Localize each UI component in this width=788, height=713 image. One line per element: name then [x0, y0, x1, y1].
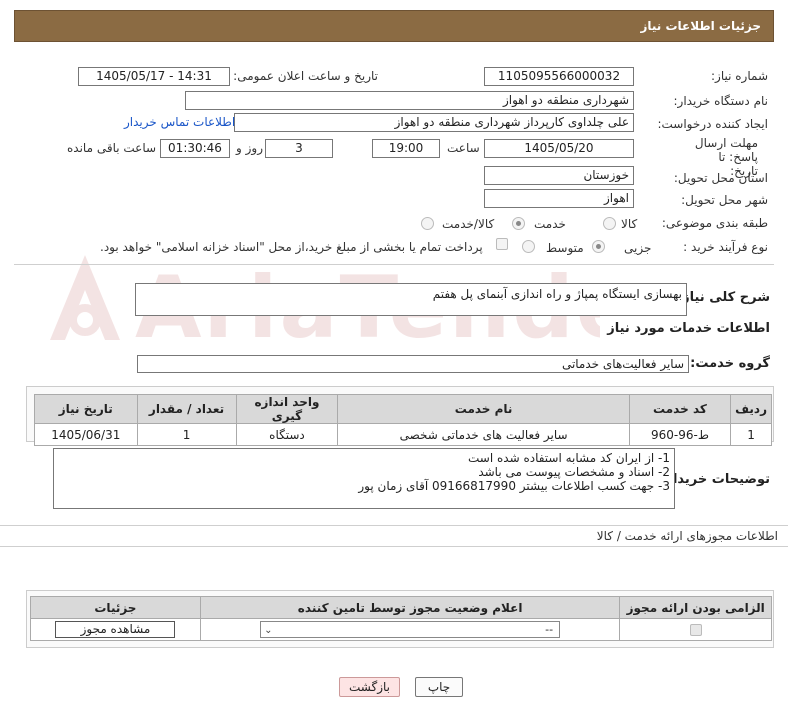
- province-label: استان محل تحویل:: [673, 171, 768, 185]
- creator-field: علی چلداوی کارپرداز شهرداری منطقه دو اهو…: [234, 113, 634, 132]
- remaining-time-label: ساعت باقی مانده: [67, 141, 157, 155]
- treasury-payment-checkbox[interactable]: [496, 238, 508, 250]
- process-option-minor-radio[interactable]: [592, 240, 605, 253]
- buyer-notes-label: توضیحات خریدار:: [660, 472, 770, 487]
- cell-service-code: ط-96-960: [628, 423, 732, 446]
- announce-datetime-field: 1405/05/17 - 14:31: [78, 67, 230, 86]
- need-number-field: 1105095566000032: [484, 67, 634, 86]
- buyer-note-line: 2- اسناد و مشخصات پیوست می باشد: [478, 465, 670, 479]
- permit-required-checkbox[interactable]: [689, 624, 702, 636]
- treasury-payment-note: پرداخت تمام یا بخشی از مبلغ خرید،از محل …: [100, 240, 483, 254]
- remaining-time-field: 01:30:46: [160, 139, 230, 158]
- section-divider: [14, 264, 774, 265]
- city-field: اهواز: [484, 189, 634, 208]
- process-option-medium-label: متوسط: [546, 241, 584, 255]
- permit-status-selected: --: [545, 623, 554, 636]
- table-row: -- ⌄ مشاهده مجوز: [30, 618, 772, 641]
- process-option-medium-radio[interactable]: [522, 240, 535, 253]
- category-label: طبقه بندی موضوعی:: [661, 216, 768, 230]
- province-field: خوزستان: [484, 166, 634, 185]
- col-quantity: تعداد / مقدار: [136, 394, 237, 424]
- cell-quantity: 1: [136, 423, 237, 446]
- category-option-service-radio[interactable]: [512, 217, 525, 230]
- col-need-date: تاریخ نیاز: [34, 394, 138, 424]
- services-table-header: ردیف کد خدمت نام خدمت واحد اندازه گیری ت…: [34, 394, 772, 424]
- col-unit: واحد اندازه گیری: [235, 394, 339, 424]
- permits-table-header: الزامی بودن ارائه مجوز اعلام وضعیت مجوز …: [30, 596, 772, 619]
- service-group-field: سایر فعالیت‌های خدماتی: [137, 355, 689, 373]
- buyer-notes-field: 1- از ایران کد مشابه استفاده شده است 2- …: [53, 448, 675, 509]
- cell-permit-details: مشاهده مجوز: [30, 618, 201, 641]
- summary-field: بهسازی ایستگاه پمپاژ و راه اندازی آبنمای…: [135, 283, 687, 316]
- category-option-goods-radio[interactable]: [603, 217, 616, 230]
- buyer-contact-link[interactable]: اطلاعات تماس خریدار: [124, 115, 235, 129]
- permits-table: الزامی بودن ارائه مجوز اعلام وضعیت مجوز …: [30, 596, 772, 641]
- deadline-time-field: 19:00: [372, 139, 440, 158]
- col-row: ردیف: [730, 394, 772, 424]
- buyer-org-label: نام دستگاه خریدار:: [673, 94, 769, 108]
- cell-service-name: سایر فعالیت های خدماتی شخصی: [337, 423, 630, 446]
- page-title: جزئیات اطلاعات نیاز: [640, 19, 761, 33]
- print-button[interactable]: چاپ: [415, 677, 463, 697]
- city-label: شهر محل تحویل:: [681, 193, 768, 207]
- permits-heading: اطلاعات مجوزهای ارائه خدمت / کالا: [596, 529, 778, 543]
- service-group-label: گروه خدمت:: [690, 356, 770, 371]
- category-option-both-radio[interactable]: [421, 217, 434, 230]
- section-divider: [0, 525, 788, 526]
- view-permit-button[interactable]: مشاهده مجوز: [55, 621, 176, 638]
- remaining-days-label: روز و: [236, 141, 263, 155]
- cell-need-date: 1405/06/31: [34, 423, 138, 446]
- buyer-note-line: 1- از ایران کد مشابه استفاده شده است: [468, 451, 670, 465]
- summary-label: شرح کلی نیاز:: [676, 290, 770, 305]
- services-heading: اطلاعات خدمات مورد نیاز: [607, 321, 770, 336]
- cell-row: 1: [730, 423, 772, 446]
- deadline-date-field: 1405/05/20: [484, 139, 634, 158]
- table-row: 1 ط-96-960 سایر فعالیت های خدماتی شخصی د…: [34, 423, 772, 446]
- chevron-down-icon: ⌄: [264, 625, 273, 636]
- category-option-goods-label: کالا: [621, 217, 638, 231]
- process-type-label: نوع فرآیند خرید :: [683, 240, 768, 254]
- col-service-name: نام خدمت: [337, 394, 630, 424]
- cell-permit-status: -- ⌄: [199, 618, 621, 641]
- back-button[interactable]: بازگشت: [339, 677, 400, 697]
- buyer-org-field: شهرداری منطقه دو اهواز: [185, 91, 634, 110]
- col-permit-details: جزئیات: [30, 596, 201, 619]
- section-divider: [0, 546, 788, 547]
- services-table: ردیف کد خدمت نام خدمت واحد اندازه گیری ت…: [34, 394, 772, 446]
- col-service-code: کد خدمت: [628, 394, 732, 424]
- permit-status-select[interactable]: -- ⌄: [260, 621, 561, 638]
- buyer-note-line: 3- جهت کسب اطلاعات بیشتر 09166817990 آقا…: [358, 479, 670, 493]
- announce-label: تاریخ و ساعت اعلان عمومی:: [233, 69, 378, 83]
- creator-label: ایجاد کننده درخواست:: [657, 117, 768, 131]
- category-option-both-label: کالا/خدمت: [442, 217, 495, 231]
- need-number-label: شماره نیاز:: [711, 69, 768, 83]
- category-option-service-label: خدمت: [534, 217, 566, 231]
- page-header: جزئیات اطلاعات نیاز: [14, 10, 774, 42]
- deadline-time-label: ساعت: [447, 141, 480, 155]
- cell-unit: دستگاه: [235, 423, 339, 446]
- col-permit-status: اعلام وضعیت مجوز توسط تامین کننده: [199, 596, 621, 619]
- col-permit-required: الزامی بودن ارائه مجوز: [619, 596, 772, 619]
- remaining-days-field: 3: [265, 139, 333, 158]
- process-option-minor-label: جزیی: [624, 241, 652, 255]
- cell-permit-required: [619, 618, 772, 641]
